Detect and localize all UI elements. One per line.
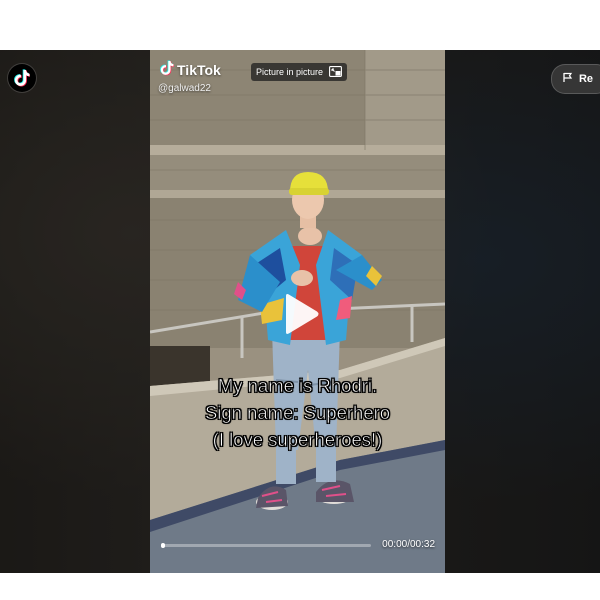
progress-bar[interactable] [161, 543, 371, 548]
time-readout: 00:00/00:32 [382, 539, 435, 550]
picture-in-picture-button[interactable]: Picture in picture [251, 63, 348, 81]
tiktok-logo-icon[interactable] [8, 64, 36, 92]
flag-icon [562, 72, 573, 86]
page: Re TikTok @galwad22 Picture in picture M… [0, 0, 600, 600]
play-button[interactable] [282, 293, 320, 335]
progress-fill [161, 543, 166, 548]
caption-line: My name is Rhodri. [217, 375, 378, 397]
video-caption: My name is Rhodri. Sign name: Superhero … [150, 372, 445, 453]
picture-in-picture-icon [329, 65, 342, 79]
tiktok-embed-player: Re TikTok @galwad22 Picture in picture M… [0, 50, 600, 573]
pip-label: Picture in picture [256, 67, 324, 77]
left-backdrop [0, 50, 150, 573]
caption-line: (I love superheroes!) [212, 429, 383, 451]
report-label: Re [578, 73, 593, 85]
play-icon [286, 294, 319, 334]
report-button[interactable]: Re [550, 64, 600, 94]
video-frame[interactable]: TikTok @galwad22 Picture in picture My n… [150, 50, 445, 573]
creator-handle[interactable]: @galwad22 [158, 83, 211, 94]
tiktok-note-icon [160, 60, 175, 79]
right-backdrop [445, 50, 600, 573]
caption-line: Sign name: Superhero [204, 402, 391, 424]
video-brand: TikTok [160, 60, 221, 79]
video-brand-label: TikTok [177, 61, 221, 78]
